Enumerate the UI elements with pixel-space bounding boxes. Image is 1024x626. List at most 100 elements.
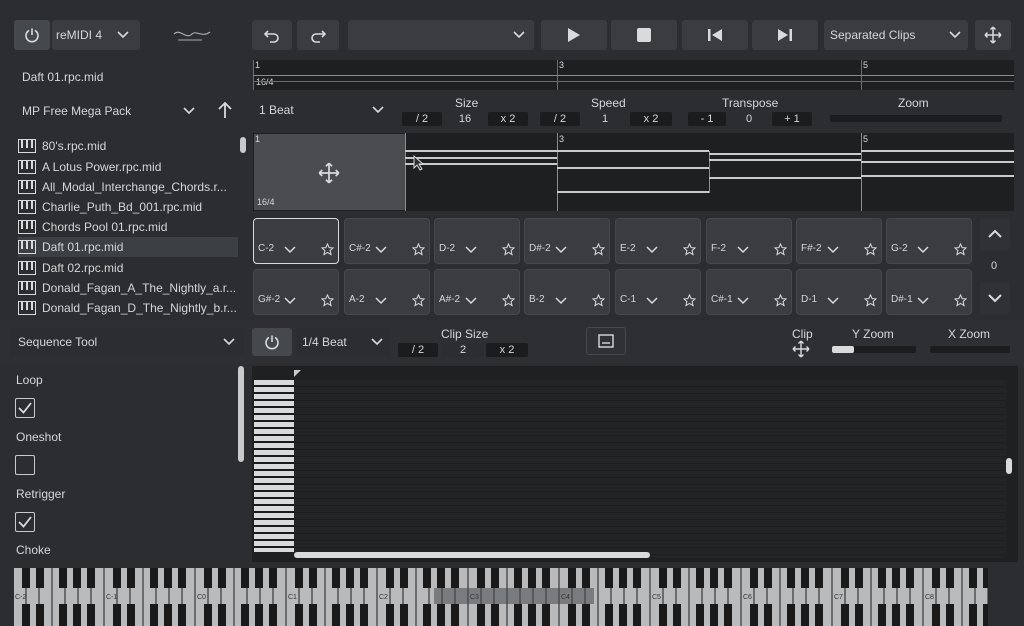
speed-multiply-button[interactable]: x 2 <box>630 112 672 126</box>
size-divide-button[interactable]: / 2 <box>402 112 442 126</box>
clip-size-multiply-button[interactable]: x 2 <box>486 343 528 357</box>
vertical-scrollbar[interactable] <box>1006 458 1012 474</box>
plugin-selector[interactable]: reMIDI 4 <box>52 20 140 50</box>
y-zoom-slider[interactable] <box>832 346 916 353</box>
seq-grid-dropdown[interactable]: 1/4 Beat <box>296 328 390 356</box>
star-icon[interactable] <box>864 294 877 307</box>
star-icon[interactable] <box>954 294 967 307</box>
key-label: C2 <box>379 594 388 601</box>
horizontal-scrollbar[interactable] <box>294 552 650 558</box>
options-scrollbar[interactable] <box>238 366 244 462</box>
star-icon[interactable] <box>592 243 605 256</box>
pad-c#-1[interactable]: C#-1 <box>706 269 792 315</box>
size-multiply-button[interactable]: x 2 <box>488 112 528 126</box>
piano-roll-keys[interactable] <box>254 380 294 552</box>
library-scrollbar[interactable] <box>240 137 246 153</box>
skip-start-button[interactable] <box>682 20 748 50</box>
file-timeline[interactable]: 1 3 5 16/4 <box>253 60 1014 90</box>
pad-c#-2[interactable]: C#-2 <box>344 218 430 264</box>
star-icon[interactable] <box>683 294 696 307</box>
undo-button[interactable] <box>252 20 292 50</box>
pad-f-2[interactable]: F-2 <box>706 218 792 264</box>
file-name: All_Modal_Interchange_Chords.r... <box>42 180 227 194</box>
chevron-down-icon <box>223 338 235 346</box>
list-item[interactable]: Charlie_Puth_Bd_001.rpc.mid <box>18 197 238 217</box>
clip-move-handle[interactable] <box>792 340 810 358</box>
chevron-down-icon <box>513 31 525 39</box>
redo-button[interactable] <box>297 20 339 50</box>
speed-divide-button[interactable]: / 2 <box>540 112 580 126</box>
preset-dropdown[interactable] <box>348 20 534 50</box>
star-icon[interactable] <box>412 243 425 256</box>
play-button[interactable] <box>541 20 607 50</box>
pad-a-2[interactable]: A-2 <box>344 269 430 315</box>
pad-c-2[interactable]: C-2 <box>253 218 339 264</box>
file-name: Daft 02.rpc.mid <box>42 261 124 275</box>
pad-note: C-2 <box>258 243 275 254</box>
star-icon[interactable] <box>412 294 425 307</box>
piano-roll[interactable] <box>252 366 1018 562</box>
power-button[interactable] <box>14 20 50 50</box>
star-icon[interactable] <box>321 294 334 307</box>
y-zoom-handle[interactable] <box>832 346 854 353</box>
x-zoom-slider[interactable] <box>930 346 1010 353</box>
seq-grid-value: 1/4 Beat <box>302 335 347 349</box>
pad-e-2[interactable]: E-2 <box>615 218 701 264</box>
view-toggle-button[interactable] <box>586 327 626 355</box>
star-icon[interactable] <box>774 243 787 256</box>
list-item-selected[interactable]: Daft 01.rpc.mid <box>18 237 238 257</box>
pad-g#-2[interactable]: G#-2 <box>253 269 339 315</box>
pad-page-down-button[interactable] <box>980 282 1010 314</box>
clip-bar <box>709 151 710 193</box>
clip-mode-dropdown[interactable]: Separated Clips <box>824 20 968 50</box>
move-window-button[interactable] <box>975 20 1011 50</box>
size-value: 16 <box>444 112 486 126</box>
star-icon[interactable] <box>864 243 877 256</box>
retrigger-checkbox[interactable] <box>15 512 35 532</box>
selected-clip[interactable] <box>254 134 405 210</box>
list-item[interactable]: Donald_Fagan_D_The_Nightly_b.r... <box>18 298 238 316</box>
pack-selector[interactable]: MP Free Mega Pack <box>14 98 204 124</box>
pad-c-1[interactable]: C-1 <box>615 269 701 315</box>
skip-end-button[interactable] <box>752 20 818 50</box>
star-icon[interactable] <box>321 243 334 256</box>
transpose-down-button[interactable]: - 1 <box>688 112 726 126</box>
piano-keyboard[interactable]: C-2 C-1 C0 C1 C2 C3 C4 C5 C6 C7 C8 <box>14 568 988 626</box>
clip-timeline[interactable]: 1 3 5 16/4 <box>253 133 1014 211</box>
pad-b-2[interactable]: B-2 <box>524 269 610 315</box>
star-icon[interactable] <box>683 243 696 256</box>
star-icon[interactable] <box>592 294 605 307</box>
list-item[interactable]: Daft 02.rpc.mid <box>18 258 238 278</box>
pad-g-2[interactable]: G-2 <box>886 218 972 264</box>
zoom-slider[interactable] <box>830 115 1002 122</box>
list-item[interactable]: All_Modal_Interchange_Chords.r... <box>18 177 238 197</box>
oneshot-checkbox[interactable] <box>15 455 35 475</box>
star-icon[interactable] <box>954 243 967 256</box>
pad-note: C#-2 <box>349 243 371 254</box>
list-item[interactable]: A Lotus Power.rpc.mid <box>18 157 238 177</box>
star-icon[interactable] <box>774 294 787 307</box>
star-icon[interactable] <box>502 243 515 256</box>
grid-dropdown[interactable]: 1 Beat <box>253 97 391 123</box>
clip-size-divide-button[interactable]: / 2 <box>398 343 438 357</box>
stop-button[interactable] <box>611 20 677 50</box>
tool-dropdown[interactable]: Sequence Tool <box>10 328 244 356</box>
pad-note: G-2 <box>891 243 908 254</box>
key-label: C5 <box>652 594 661 601</box>
pad-a#-2[interactable]: A#-2 <box>434 269 520 315</box>
pad-d#-1[interactable]: D#-1 <box>886 269 972 315</box>
star-icon[interactable] <box>502 294 515 307</box>
loop-checkbox[interactable] <box>15 398 35 418</box>
seq-power-button[interactable] <box>252 328 292 356</box>
list-item[interactable]: Donald_Fagan_A_The_Nightly_a.r... <box>18 278 238 298</box>
transpose-up-button[interactable]: + 1 <box>772 112 812 126</box>
pad-f#-2[interactable]: F#-2 <box>796 218 882 264</box>
checkmark-icon <box>18 516 32 528</box>
list-item[interactable]: Chords Pool 01.rpc.mid <box>18 217 238 237</box>
pad-d-2[interactable]: D-2 <box>434 218 520 264</box>
pad-d-1[interactable]: D-1 <box>796 269 882 315</box>
pad-page-up-button[interactable] <box>980 218 1010 250</box>
parent-folder-button[interactable] <box>216 100 238 122</box>
list-item[interactable]: 80's.rpc.mid <box>18 136 238 156</box>
pad-d#-2[interactable]: D#-2 <box>524 218 610 264</box>
